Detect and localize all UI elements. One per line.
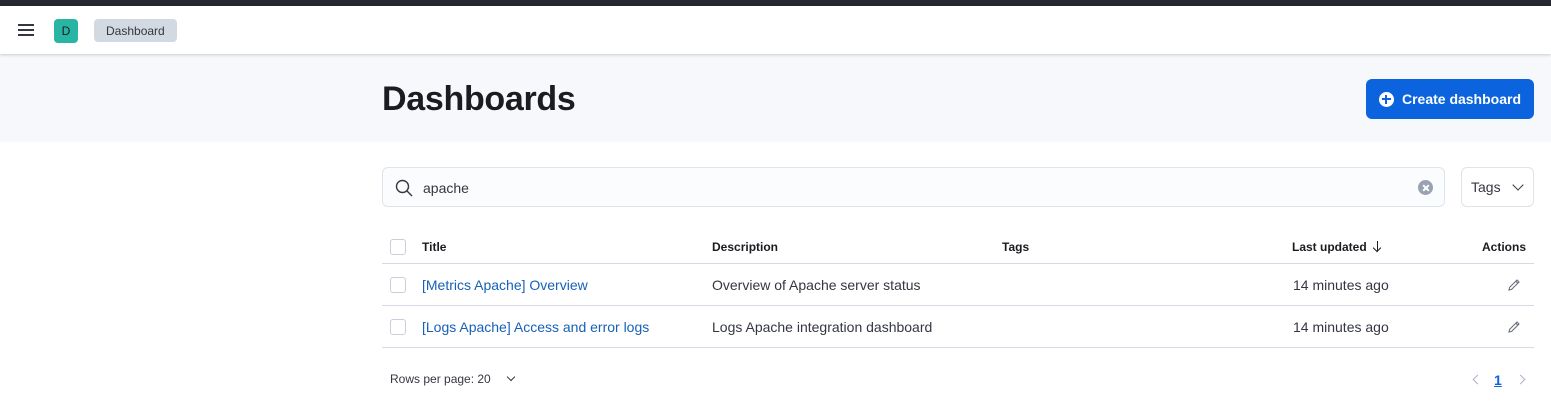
table-row: [Metrics Apache] Overview Overview of Ap… bbox=[382, 264, 1534, 306]
column-header-last-updated[interactable]: Last updated bbox=[1292, 240, 1383, 254]
tags-filter-button[interactable]: Tags bbox=[1461, 167, 1534, 207]
table-row: [Logs Apache] Access and error logs Logs… bbox=[382, 306, 1534, 348]
dashboard-last-updated: 14 minutes ago bbox=[1293, 319, 1389, 335]
search-icon bbox=[395, 179, 413, 197]
create-dashboard-button[interactable]: Create dashboard bbox=[1366, 79, 1534, 119]
sort-descending-icon bbox=[1373, 241, 1383, 252]
dashboard-title-link[interactable]: [Metrics Apache] Overview bbox=[422, 277, 588, 293]
dashboard-last-updated: 14 minutes ago bbox=[1293, 277, 1389, 293]
space-avatar[interactable]: D bbox=[54, 19, 78, 43]
next-page-icon[interactable] bbox=[1515, 374, 1526, 385]
page-header bbox=[0, 54, 1551, 142]
search-input[interactable] bbox=[423, 176, 1403, 200]
dashboard-title-link[interactable]: [Logs Apache] Access and error logs bbox=[422, 319, 649, 335]
create-dashboard-label: Create dashboard bbox=[1401, 91, 1522, 107]
row-checkbox[interactable] bbox=[390, 277, 406, 293]
column-header-description: Description bbox=[712, 240, 779, 254]
chevron-down-icon bbox=[1512, 179, 1524, 191]
column-header-title[interactable]: Title bbox=[422, 240, 446, 254]
search-box[interactable] bbox=[382, 167, 1445, 207]
dashboard-description: Logs Apache integration dashboard bbox=[712, 319, 933, 335]
dashboards-table: Title Description Tags Last updated Acti… bbox=[382, 229, 1534, 348]
previous-page-icon[interactable] bbox=[1472, 374, 1483, 385]
pencil-icon[interactable] bbox=[1506, 277, 1522, 293]
breadcrumb[interactable]: Dashboard bbox=[94, 19, 177, 42]
rows-per-page-label: Rows per page: 20 bbox=[390, 372, 491, 386]
rows-per-page-selector[interactable]: Rows per page: 20 bbox=[390, 372, 516, 386]
menu-icon[interactable] bbox=[16, 23, 36, 37]
pencil-icon[interactable] bbox=[1506, 319, 1522, 335]
tags-filter-label: Tags bbox=[1471, 179, 1501, 195]
page-title: Dashboards bbox=[382, 80, 576, 118]
last-updated-label: Last updated bbox=[1292, 240, 1367, 254]
top-header: D Dashboard bbox=[0, 6, 1551, 54]
dashboard-description: Overview of Apache server status bbox=[712, 277, 921, 293]
page-number-button[interactable]: 1 bbox=[1494, 372, 1502, 388]
clear-search-icon[interactable] bbox=[1418, 180, 1433, 195]
table-header-row: Title Description Tags Last updated Acti… bbox=[382, 229, 1534, 264]
column-header-tags: Tags bbox=[1002, 240, 1030, 254]
select-all-checkbox[interactable] bbox=[390, 239, 406, 255]
row-checkbox[interactable] bbox=[390, 319, 406, 335]
chevron-down-icon bbox=[506, 372, 516, 382]
column-header-actions: Actions bbox=[1482, 240, 1527, 254]
plus-circle-icon bbox=[1378, 91, 1394, 107]
